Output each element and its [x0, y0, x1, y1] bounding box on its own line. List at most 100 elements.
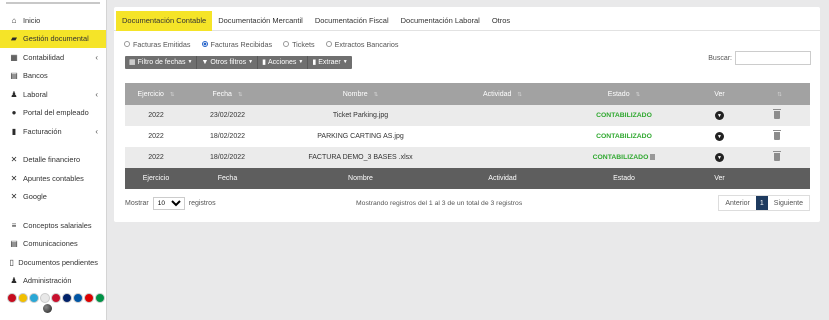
filter-icon: ▼ — [201, 58, 209, 66]
extract-button[interactable]: ▮ Extraer ▼ — [308, 56, 351, 69]
chevron-left-icon: ‹ — [95, 126, 98, 136]
expand-icon: ✕ — [10, 192, 18, 202]
column-header-nombre[interactable]: Nombre — [268, 175, 453, 182]
column-header-actividad[interactable]: Actividad ⇅ — [453, 91, 552, 98]
column-header-estado[interactable]: Estado ⇅ — [552, 91, 696, 98]
caret-down-icon: ▼ — [187, 59, 193, 65]
language-flag-icon[interactable] — [7, 293, 17, 303]
sidebar-item-contabilidad[interactable]: ▦ Contabilidad ‹ — [0, 48, 106, 67]
sidebar-item-facturación[interactable]: ▮ Facturación ‹ — [0, 122, 106, 141]
table-footer-header: Ejercicio Fecha Nombre Actividad Estado Ver — [125, 168, 810, 189]
cell-fecha: 18/02/2022 — [209, 154, 246, 161]
other-filters-button[interactable]: ▼ Otros filtros ▼ — [197, 55, 259, 69]
cell-delete — [743, 150, 810, 163]
page-size-select[interactable]: 10 — [152, 196, 185, 210]
sidebar-item-comunicaciones[interactable]: ▤ Comunicaciones — [0, 235, 106, 254]
file-icon: ▮ — [262, 59, 266, 66]
document-panel: Documentación Contable Documentación Merc… — [114, 7, 820, 222]
next-page-button[interactable]: Siguiente — [768, 196, 809, 210]
current-page-button[interactable]: 1 — [755, 196, 768, 210]
column-header-estado[interactable]: Estado — [552, 175, 696, 182]
tab-documentación-mercantil[interactable]: Documentación Mercantil — [212, 11, 309, 31]
sidebar-item-administración[interactable]: ♟ Administración — [0, 272, 106, 291]
column-header-label: Actividad — [488, 175, 517, 182]
column-header-label: Estado — [613, 175, 635, 182]
column-header-label: Ver — [714, 175, 725, 182]
radio-label: Tickets — [292, 39, 315, 49]
view-icon[interactable]: ▼ — [715, 111, 724, 120]
sidebar-item-inicio[interactable]: ⌂ Inicio — [0, 11, 106, 30]
status-badge: CONTABILIZADO — [596, 133, 652, 140]
invoice-icon: ▮ — [11, 126, 17, 136]
sidebar-item-apuntes-contables[interactable]: ✕ Apuntes contables — [0, 169, 106, 188]
search-label: Buscar: — [708, 54, 732, 62]
document-icon[interactable] — [650, 154, 656, 161]
sidebar-item-label: Inicio — [23, 15, 41, 25]
radio-extractos-bancarios[interactable]: Extractos Bancarios — [325, 40, 398, 49]
cell-fecha: 23/02/2022 — [209, 112, 246, 119]
sidebar-item-google[interactable]: ✕ Google — [0, 188, 106, 207]
column-header-ver[interactable]: Ver — [696, 91, 743, 98]
view-icon[interactable]: ▼ — [715, 153, 724, 162]
column-header-actividad[interactable]: Actividad — [453, 175, 552, 182]
document-tabs: Documentación Contable Documentación Merc… — [114, 7, 820, 31]
cell-ver: ▼ — [696, 153, 743, 162]
calendar-icon: ▦ — [129, 59, 136, 66]
sidebar-item-documentos-pendientes[interactable]: ▯ Documentos pendientes — [0, 253, 106, 272]
language-flag-icon[interactable] — [18, 293, 28, 303]
newspaper-icon: ▤ — [10, 239, 18, 249]
filter-dates-button[interactable]: ▦ Filtro de fechas ▼ — [125, 55, 198, 69]
sidebar-top-divider — [6, 2, 100, 4]
trash-icon[interactable] — [772, 108, 781, 119]
radio-facturas-recibidas[interactable]: Facturas Recibidas — [201, 40, 272, 49]
column-header-ejercicio[interactable]: Ejercicio ⇅ — [125, 91, 187, 98]
column-header-ejercicio[interactable]: Ejercicio — [125, 175, 187, 182]
column-header-nombre[interactable]: Nombre ⇅ — [268, 91, 453, 98]
tab-otros[interactable]: Otros — [486, 11, 516, 31]
language-flag-icon[interactable] — [95, 293, 105, 303]
cell-nombre: PARKING CARTING AS.jpg — [317, 133, 404, 140]
tab-documentación-laboral[interactable]: Documentación Laboral — [395, 11, 486, 31]
language-flag-icon[interactable] — [62, 293, 72, 303]
calculator-icon: ▦ — [10, 52, 18, 62]
search-input[interactable] — [735, 51, 811, 65]
status-badge: CONTABILIZADO — [596, 112, 652, 119]
sidebar-item-conceptos-salariales[interactable]: ≡ Conceptos salariales — [0, 216, 106, 235]
sort-icon: ⇅ — [237, 91, 243, 98]
tab-documentación-contable[interactable]: Documentación Contable — [116, 11, 213, 31]
sidebar-item-label: Bancos — [23, 71, 48, 81]
table-footer: Mostrar 10 registros Mostrando registros… — [125, 195, 810, 211]
trash-icon[interactable] — [772, 150, 781, 161]
trash-icon[interactable] — [772, 129, 781, 140]
radio-facturas-emitidas[interactable]: Facturas Emitidas — [124, 40, 191, 49]
actions-button[interactable]: ▮ Acciones ▼ — [258, 55, 309, 69]
tab-documentación-fiscal[interactable]: Documentación Fiscal — [309, 11, 395, 31]
sidebar-item-bancos[interactable]: ▤ Bancos — [0, 67, 106, 86]
sidebar-item-label: Conceptos salariales — [23, 220, 92, 230]
sidebar-item-portal-del-empleado[interactable]: ● Portal del empleado — [0, 104, 106, 123]
column-header-fecha[interactable]: Fecha — [187, 175, 268, 182]
pagination: Anterior 1 Siguiente — [718, 195, 810, 211]
globe-icon[interactable] — [43, 304, 52, 313]
caret-down-icon: ▼ — [298, 59, 304, 65]
column-header-fecha[interactable]: Fecha ⇅ — [187, 91, 268, 98]
sidebar-item-gestión-documental[interactable]: ▰ Gestión documental — [0, 29, 106, 48]
previous-page-button[interactable]: Anterior — [719, 196, 756, 210]
view-icon[interactable]: ▼ — [715, 132, 724, 141]
language-flag-icon[interactable] — [29, 293, 39, 303]
cell-ver: ▼ — [696, 111, 743, 120]
user-gear-icon: ♟ — [10, 276, 18, 286]
sidebar-item-detalle-financiero[interactable]: ✕ Detalle financiero — [0, 151, 106, 170]
language-flag-icon[interactable] — [84, 293, 94, 303]
cell-ver: ▼ — [696, 132, 743, 141]
language-flag-icon[interactable] — [40, 293, 50, 303]
column-header-label: Estado — [607, 90, 630, 98]
language-flag-icon[interactable] — [51, 293, 61, 303]
cell-nombre: FACTURA DEMO_3 BASES .xlsx — [308, 154, 413, 161]
column-header-ver[interactable]: Ver — [696, 175, 743, 182]
sidebar-item-label: Comunicaciones — [23, 239, 78, 249]
sidebar-item-laboral[interactable]: ♟ Laboral ‹ — [0, 85, 106, 104]
radio-tickets[interactable]: Tickets — [283, 40, 315, 49]
cell-fecha: 18/02/2022 — [209, 133, 246, 140]
language-flag-icon[interactable] — [73, 293, 83, 303]
